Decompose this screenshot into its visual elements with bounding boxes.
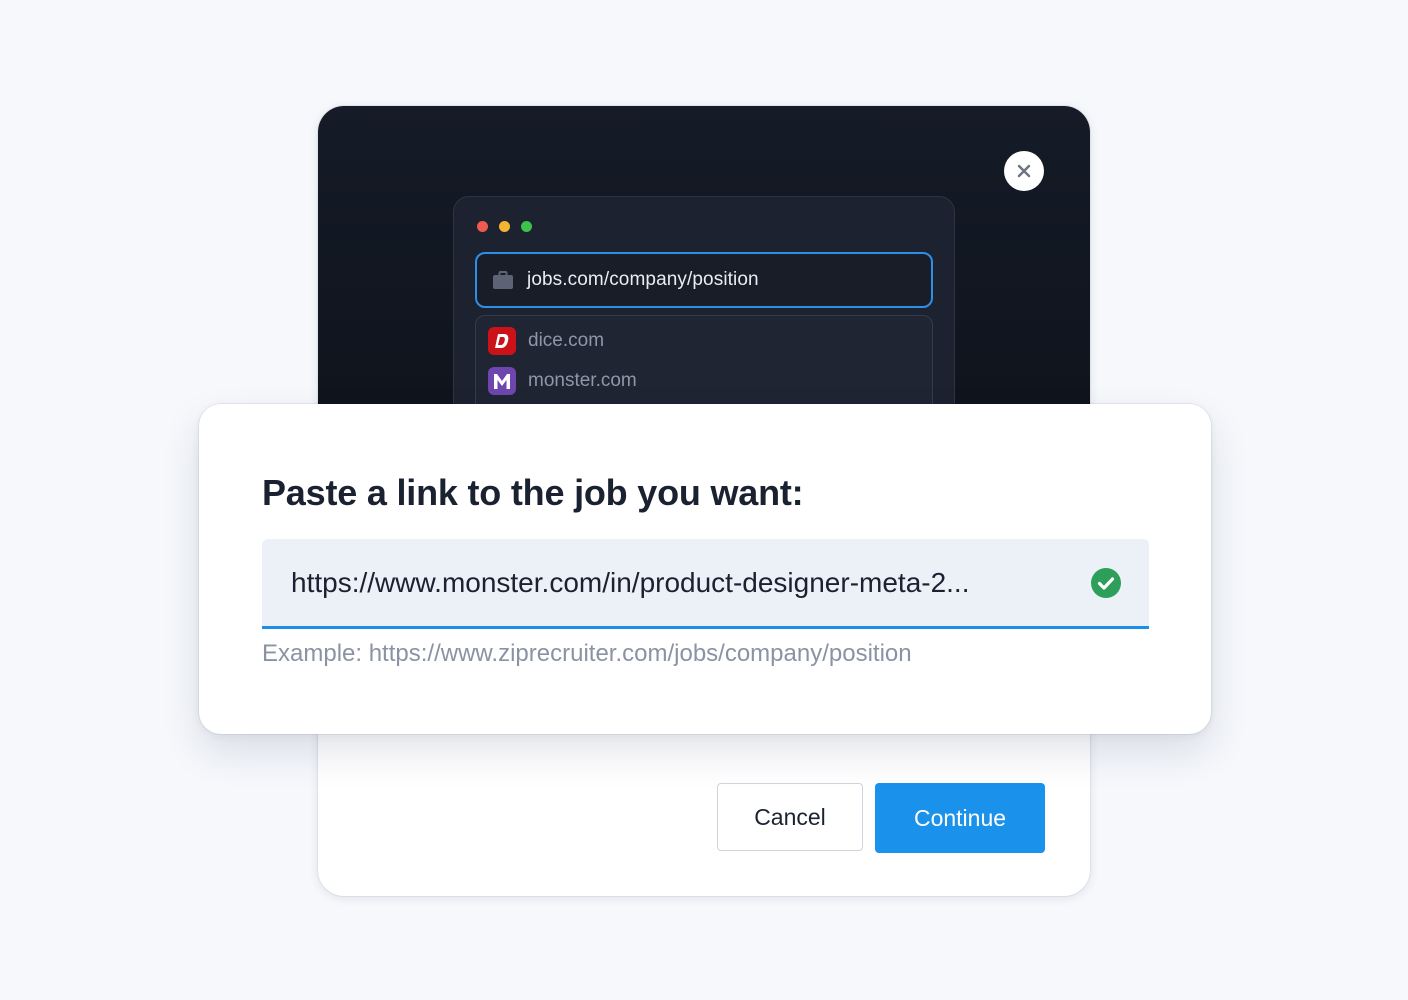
suggestion-monster: monster.com — [488, 366, 637, 396]
continue-button[interactable]: Continue — [875, 783, 1045, 853]
job-link-value[interactable]: https://www.monster.com/in/product-desig… — [291, 567, 1091, 599]
browser-url-bar: jobs.com/company/position — [475, 252, 933, 308]
check-circle-icon — [1091, 567, 1121, 598]
monster-logo-icon — [488, 367, 516, 395]
browser-window: jobs.com/company/position dice.com monst… — [453, 196, 955, 436]
paste-link-card: Paste a link to the job you want: https:… — [199, 404, 1211, 734]
window-close-dot — [477, 221, 488, 232]
browser-url-text: jobs.com/company/position — [527, 269, 759, 290]
window-minimize-dot — [499, 221, 510, 232]
example-hint: Example: https://www.ziprecruiter.com/jo… — [262, 640, 912, 667]
job-link-input[interactable]: https://www.monster.com/in/product-desig… — [262, 539, 1149, 629]
stage: jobs.com/company/position dice.com monst… — [0, 0, 1408, 1000]
dialog-title: Paste a link to the job you want: — [262, 472, 804, 513]
window-maximize-dot — [521, 221, 532, 232]
close-icon — [1017, 164, 1031, 178]
briefcase-icon — [493, 271, 513, 289]
window-controls — [477, 221, 532, 232]
close-button[interactable] — [1004, 151, 1044, 191]
suggestion-dice: dice.com — [488, 326, 604, 356]
dice-logo-icon — [488, 327, 516, 355]
suggestion-label: dice.com — [528, 330, 605, 351]
suggestion-label: monster.com — [528, 370, 637, 391]
modal-footer: Cancel Continue — [318, 736, 1090, 896]
browser-preview-panel: jobs.com/company/position dice.com monst… — [318, 106, 1090, 436]
cancel-button[interactable]: Cancel — [717, 783, 863, 851]
